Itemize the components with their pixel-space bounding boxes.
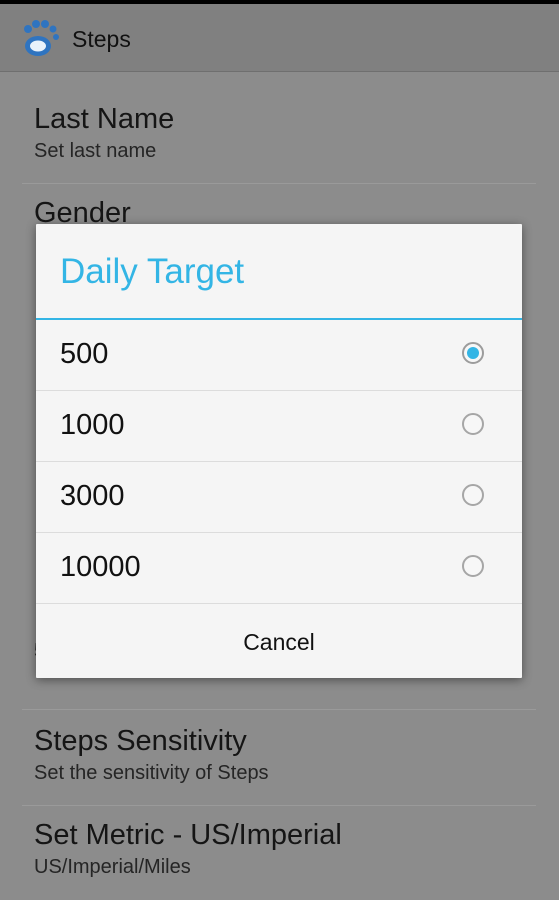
option-label: 500 [60,338,109,370]
daily-target-dialog: Daily Target 500 1000 3000 10000 Cancel [36,224,522,678]
dialog-title: Daily Target [60,252,245,291]
option-label: 1000 [60,409,125,441]
option-label: 10000 [60,551,141,583]
radio-button-selected[interactable] [462,342,484,364]
option-500[interactable]: 500 [36,320,522,391]
modal-overlay: Daily Target 500 1000 3000 10000 Cancel [0,0,559,900]
radio-button[interactable] [462,413,484,435]
radio-button[interactable] [462,484,484,506]
radio-button[interactable] [462,555,484,577]
option-1000[interactable]: 1000 [36,391,522,462]
option-3000[interactable]: 3000 [36,462,522,533]
cancel-button[interactable]: Cancel [36,606,522,678]
option-10000[interactable]: 10000 [36,533,522,604]
dialog-button-bar: Cancel [36,606,522,678]
option-label: 3000 [60,480,125,512]
